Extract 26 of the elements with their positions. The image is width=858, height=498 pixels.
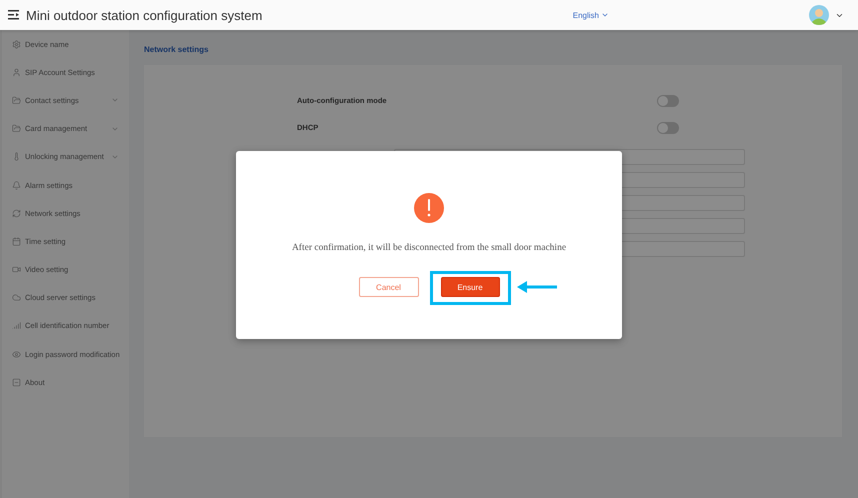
caret-icon xyxy=(601,11,609,19)
minus-square-icon xyxy=(12,378,21,387)
gear-icon xyxy=(12,40,21,49)
bell-icon xyxy=(12,180,21,190)
calendar-icon xyxy=(12,236,21,246)
thermometer-icon xyxy=(12,152,21,162)
toggle-switch[interactable] xyxy=(657,94,679,106)
eye-icon xyxy=(12,350,21,359)
toggle-switch[interactable] xyxy=(657,122,679,134)
user-icon xyxy=(12,68,21,77)
page-title: Network settings xyxy=(144,45,210,54)
folder-icon xyxy=(12,124,21,134)
dialog-message: After confirmation, it will be disconnected from the small door machine xyxy=(292,243,566,253)
signal-icon xyxy=(12,321,21,330)
language-selector[interactable]: English xyxy=(572,10,609,20)
folder-icon xyxy=(12,96,21,105)
pointer-arrow xyxy=(516,280,556,294)
video-camera-icon xyxy=(12,265,21,274)
menu-icon[interactable] xyxy=(8,10,20,20)
app-title: Mini outdoor station configuration system xyxy=(26,8,262,22)
warning-icon xyxy=(414,193,444,223)
cancel-button[interactable]: Cancel xyxy=(358,277,418,297)
ensure-button[interactable]: Ensure xyxy=(440,277,500,297)
avatar[interactable] xyxy=(809,5,829,25)
refresh-icon xyxy=(12,208,21,218)
cloud-icon xyxy=(12,293,21,302)
